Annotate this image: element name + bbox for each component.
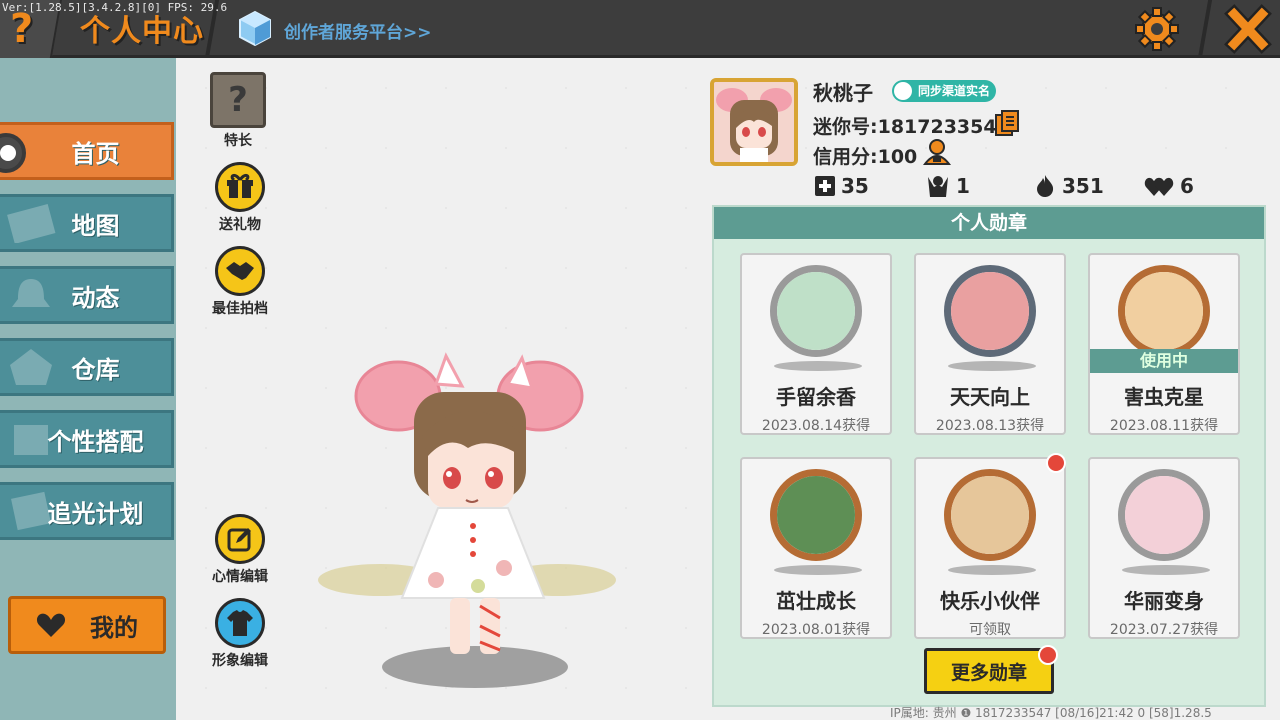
- sidebar-item-home[interactable]: 首页: [0, 122, 174, 180]
- sidebar-item-label: 首页: [71, 139, 120, 168]
- gift-button[interactable]: 送礼物: [200, 162, 280, 234]
- flame-icon: [1037, 175, 1054, 197]
- nickname: 秋桃子: [813, 81, 873, 105]
- stat-hot-value: 351: [1062, 174, 1104, 198]
- mine-label: 我的: [90, 613, 138, 642]
- toggle-icon: [0, 133, 26, 173]
- medal-card[interactable]: 华丽变身 2023.07.27获得: [1088, 457, 1240, 639]
- medal-icon: [944, 265, 1036, 357]
- map-icon: [7, 204, 56, 243]
- more-medals-button[interactable]: 更多勋章: [924, 648, 1054, 694]
- mini-id: 迷你号:1817233547: [813, 116, 1010, 138]
- verify-badge[interactable]: 同步渠道实名: [892, 80, 997, 102]
- stat-likes: 6: [1144, 174, 1194, 198]
- appearance-edit-label: 形象编辑: [212, 653, 268, 669]
- sidebar-item-warehouse[interactable]: 仓库: [0, 338, 174, 396]
- cube-icon[interactable]: [238, 10, 272, 46]
- medal-name: 害虫克星: [1124, 385, 1204, 409]
- specialty-button[interactable]: ? 特长: [198, 72, 278, 150]
- sidebar-item-light-plan[interactable]: 追光计划: [0, 482, 174, 540]
- medal-icon: [770, 469, 862, 561]
- player-avatar[interactable]: [318, 336, 618, 672]
- sidebar-item-label: 仓库: [71, 355, 120, 384]
- stat-friends: 1: [926, 174, 970, 198]
- medal-shadow: [774, 361, 862, 371]
- sidebar-item-feed[interactable]: 动态: [0, 266, 174, 324]
- specialty-label: 特长: [224, 133, 252, 149]
- friends-icon: [928, 176, 948, 197]
- stat-plus-value: 35: [841, 174, 869, 198]
- credit-user-icon[interactable]: [922, 138, 952, 166]
- footer-info: IP属地: 贵州 ❶ 1817233547 [08/16]21:42 0 [58…: [890, 706, 1212, 720]
- close-icon[interactable]: [1222, 4, 1274, 54]
- medal-panel: 个人勋章 手留余香 2023.08.14获得 天天向上 2023.08.13获得…: [712, 205, 1266, 707]
- best-partner-label: 最佳拍档: [212, 301, 268, 317]
- medal-name: 天天向上: [950, 385, 1030, 409]
- gear-icon[interactable]: [1130, 4, 1184, 54]
- edit-icon: [215, 514, 265, 564]
- medal-shadow: [774, 565, 862, 575]
- medal-date: 可领取: [969, 622, 1011, 638]
- medal-date: 2023.08.14获得: [761, 418, 871, 434]
- medal-icon: [770, 265, 862, 357]
- sidebar-item-label: 个性搭配: [47, 427, 144, 456]
- sidebar-item-map[interactable]: 地图: [0, 194, 174, 252]
- medal-icon: [1118, 469, 1210, 561]
- medal-card[interactable]: 手留余香 2023.08.14获得: [740, 253, 892, 435]
- medal-date: 2023.08.13获得: [935, 418, 1045, 434]
- medal-card[interactable]: 快乐小伙伴 可领取: [914, 457, 1066, 639]
- sidebar-item-label: 地图: [71, 211, 120, 240]
- credit-score: 信用分:100: [813, 146, 918, 168]
- copy-icon[interactable]: [994, 109, 1020, 137]
- medal-shadow: [948, 565, 1036, 575]
- medal-name: 茁壮成长: [776, 589, 856, 613]
- debug-info: Ver:[1.28.5][3.4.2.8][0] FPS: 29.6: [2, 1, 228, 14]
- notification-dot: [1038, 645, 1058, 665]
- stat-hot: 351: [1034, 174, 1104, 198]
- medal-date: 2023.08.01获得: [761, 622, 871, 638]
- medal-name: 快乐小伙伴: [940, 589, 1040, 613]
- stat-friends-value: 1: [956, 174, 970, 198]
- best-partner-button[interactable]: 最佳拍档: [200, 246, 280, 318]
- gift-icon: [215, 162, 265, 212]
- stat-plus: 35: [815, 174, 869, 198]
- appearance-edit-button[interactable]: 形象编辑: [200, 598, 280, 670]
- divider: [1197, 0, 1213, 58]
- question-block-icon: ?: [210, 72, 266, 128]
- handshake-icon: [215, 246, 265, 296]
- medal-card[interactable]: 使用中 害虫克星 2023.08.11获得: [1088, 253, 1240, 435]
- sidebar-item-outfit[interactable]: 个性搭配: [0, 410, 174, 468]
- medal-card[interactable]: 天天向上 2023.08.13获得: [914, 253, 1066, 435]
- sidebar-item-label: 动态: [71, 283, 120, 312]
- hearts-icon: [1144, 177, 1174, 196]
- medal-name: 手留余香: [776, 385, 856, 409]
- medal-icon: [944, 469, 1036, 561]
- in-use-badge: 使用中: [1090, 349, 1238, 373]
- medal-card[interactable]: 茁壮成长 2023.08.01获得: [740, 457, 892, 639]
- medal-panel-title: 个人勋章: [714, 207, 1264, 239]
- medal-name: 华丽变身: [1124, 589, 1204, 613]
- notification-dot: [1046, 453, 1066, 473]
- medal-shadow: [1122, 565, 1210, 575]
- heart-icon: [36, 613, 66, 637]
- stat-likes-value: 6: [1180, 174, 1194, 198]
- mine-button[interactable]: 我的: [8, 596, 166, 654]
- mood-edit-label: 心情编辑: [212, 569, 268, 585]
- medal-date: 2023.07.27获得: [1109, 622, 1219, 638]
- creator-platform-link[interactable]: 创作者服务平台>>: [284, 18, 432, 43]
- outfit-icon: [215, 598, 265, 648]
- bell-icon: [12, 279, 50, 307]
- medal-icon: [1118, 265, 1210, 357]
- medal-date: 2023.08.11获得: [1109, 418, 1219, 434]
- plus-square-icon: [815, 176, 835, 196]
- verify-badge-label: 同步渠道实名: [918, 84, 991, 98]
- gift-label: 送礼物: [219, 217, 261, 233]
- medal-shadow: [948, 361, 1036, 371]
- verified-user-icon: [894, 82, 912, 100]
- house-icon: [10, 349, 52, 385]
- mood-edit-button[interactable]: 心情编辑: [200, 514, 280, 586]
- avatar[interactable]: [710, 78, 798, 166]
- sidebar-item-label: 追光计划: [47, 499, 144, 528]
